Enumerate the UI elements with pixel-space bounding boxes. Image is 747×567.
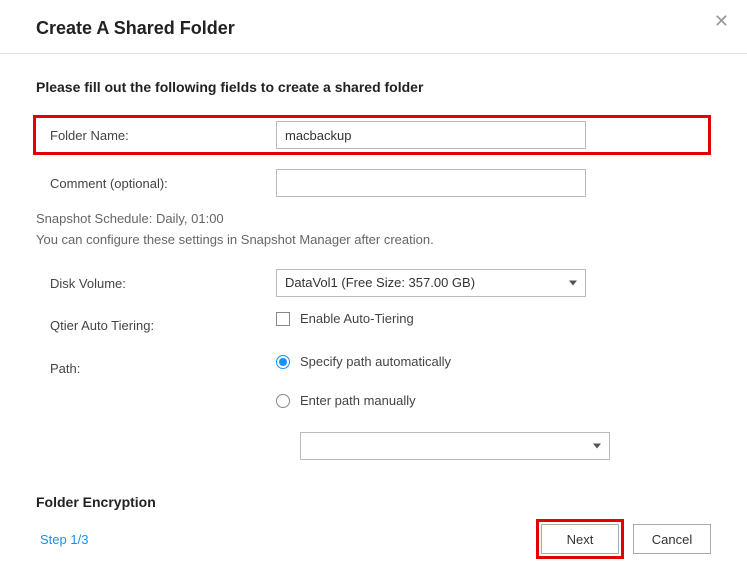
disk-volume-label: Disk Volume: [36,276,276,291]
comment-row: Comment (optional): [36,169,711,197]
disk-volume-row: Disk Volume: DataVol1 (Free Size: 357.00… [36,269,711,297]
qtier-checkbox[interactable] [276,312,290,326]
folder-name-label: Folder Name: [36,128,276,143]
path-manual-radio[interactable] [276,394,290,408]
close-button[interactable]: ✕ [714,12,729,30]
snapshot-schedule-note: Snapshot Schedule: Daily, 01:00 [36,211,711,226]
disk-volume-value: DataVol1 (Free Size: 357.00 GB) [285,275,475,290]
folder-name-highlight: Folder Name: [33,115,711,155]
snapshot-config-note: You can configure these settings in Snap… [36,232,711,247]
cancel-button[interactable]: Cancel [633,524,711,554]
step-indicator: Step 1/3 [40,532,88,547]
disk-volume-select[interactable]: DataVol1 (Free Size: 357.00 GB) [276,269,586,297]
chevron-down-icon [593,444,601,449]
path-manual-label: Enter path manually [300,393,416,408]
chevron-down-icon [569,281,577,286]
comment-label: Comment (optional): [36,176,276,191]
cancel-button-label: Cancel [652,532,692,547]
close-icon: ✕ [714,11,729,31]
path-auto-label: Specify path automatically [300,354,451,369]
folder-name-input[interactable] [276,121,586,149]
qtier-option-label: Enable Auto-Tiering [300,311,414,326]
qtier-label: Qtier Auto Tiering: [36,318,276,333]
folder-name-row: Folder Name: [36,121,708,149]
comment-input[interactable] [276,169,586,197]
dialog-footer: Step 1/3 Next Cancel [0,511,747,567]
encryption-section-title: Folder Encryption [36,494,711,510]
footer-buttons: Next Cancel [541,524,711,554]
next-button-label: Next [567,532,594,547]
next-button[interactable]: Next [541,524,619,554]
path-row-manual: Enter path manually [36,393,711,422]
dialog-header: Create A Shared Folder ✕ [0,0,747,54]
path-auto-radio[interactable] [276,355,290,369]
qtier-row: Qtier Auto Tiering: Enable Auto-Tiering [36,311,711,340]
path-row-auto: Path: Specify path automatically [36,354,711,383]
instruction-text: Please fill out the following fields to … [36,79,711,95]
dialog-title: Create A Shared Folder [36,18,717,39]
path-label: Path: [36,361,276,376]
create-shared-folder-dialog: Create A Shared Folder ✕ Please fill out… [0,0,747,567]
path-manual-select[interactable] [300,432,610,460]
dialog-content[interactable]: Please fill out the following fields to … [0,53,747,511]
